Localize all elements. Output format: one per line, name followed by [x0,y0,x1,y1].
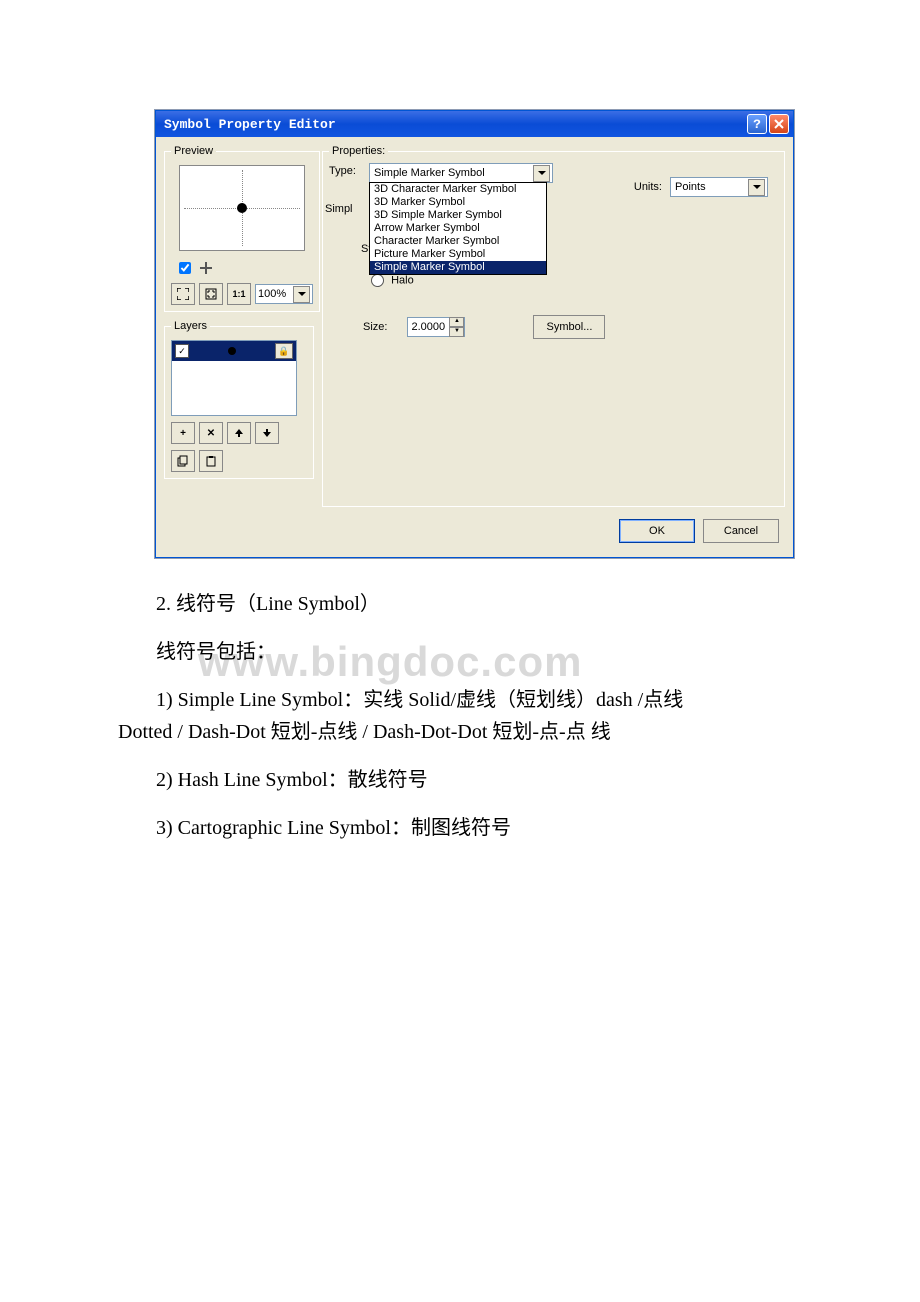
doc-line-2: 2) Hash Line Symbol：散线符号 [118,764,818,796]
zoom-fullscreen-button[interactable] [199,283,223,305]
type-value: Simple Marker Symbol [374,167,485,179]
layer-symbol-preview [228,347,236,355]
preview-canvas [179,165,305,251]
halo-label: Halo [391,274,414,286]
delete-layer-button[interactable]: ✕ [199,422,223,444]
arrow-down-icon [262,428,272,438]
units-dropdown[interactable]: Points [670,177,768,197]
arrow-up-icon [234,428,244,438]
copy-icon [177,455,189,467]
symbol-property-editor-dialog: Symbol Property Editor ? Preview [155,110,794,558]
doc-line-1b: Dotted / Dash-Dot 短划-点线 / Dash-Dot-Dot 短… [118,716,818,748]
chevron-down-icon [533,165,550,182]
layer-lock-icon[interactable]: 🔒 [275,343,293,359]
add-layer-button[interactable]: + [171,422,195,444]
size-increment-button[interactable]: ▲ [449,317,464,327]
zoom-extents-icon [177,288,189,300]
properties-group: Properties: Units: Points Type: Simple M… [322,145,785,507]
units-value: Points [675,181,706,193]
document-text: www.bingdoc.com 2. 线符号（Line Symbol） 线符号包… [118,588,818,844]
doc-heading-2: 2. 线符号（Line Symbol） [118,588,818,620]
type-label: Type: [329,163,369,177]
size-decrement-button[interactable]: ▼ [449,327,464,337]
ok-button[interactable]: OK [619,519,695,543]
layer-row[interactable]: ✓ 🔒 [172,341,296,361]
paste-layer-button[interactable] [199,450,223,472]
window-title: Symbol Property Editor [164,117,745,132]
close-button[interactable] [769,114,789,134]
marker-dot [237,203,247,213]
doc-line-intro: 线符号包括： [118,636,818,668]
preview-checkbox[interactable] [179,262,191,274]
preview-legend: Preview [171,145,216,157]
preview-group: Preview [164,145,320,312]
move-layer-down-button[interactable] [255,422,279,444]
cancel-button[interactable]: Cancel [703,519,779,543]
fullscreen-icon [205,288,217,300]
doc-line-3: 3) Cartographic Line Symbol：制图线符号 [118,812,818,844]
doc-line-1a: 1) Simple Line Symbol：实线 Solid/虚线（短划线）da… [118,684,818,716]
crosshair-icon [200,262,212,274]
layers-list[interactable]: ✓ 🔒 [171,340,297,416]
x-icon: ✕ [207,428,215,439]
layer-visibility-checkbox[interactable]: ✓ [175,344,189,358]
type-option[interactable]: 3D Simple Marker Symbol [370,209,546,222]
halo-radio[interactable] [371,274,384,287]
type-dropdown-list[interactable]: 3D Character Marker Symbol 3D Marker Sym… [369,182,547,275]
size-spinner[interactable]: 2.0000 ▲ ▼ [407,317,465,337]
symbol-button[interactable]: Symbol... [533,315,605,339]
titlebar[interactable]: Symbol Property Editor ? [156,111,793,137]
type-dropdown[interactable]: Simple Marker Symbol [369,163,553,183]
properties-legend: Properties: [329,145,388,157]
size-label: Size: [363,321,387,333]
plus-icon: + [180,428,186,439]
type-option[interactable]: 3D Character Marker Symbol [370,183,546,196]
close-icon [774,119,784,129]
zoom-value: 100% [258,288,286,300]
zoom-dropdown[interactable]: 100% [255,284,313,304]
units-label: Units: [634,181,662,193]
paste-icon [205,455,217,467]
type-option[interactable]: Arrow Marker Symbol [370,222,546,235]
type-option[interactable]: Character Marker Symbol [370,235,546,248]
layers-legend: Layers [171,320,210,332]
layers-group: Layers ✓ 🔒 + ✕ [164,320,314,479]
copy-layer-button[interactable] [171,450,195,472]
type-option-selected[interactable]: Simple Marker Symbol [370,261,546,274]
tab-simple-truncated: Simpl [325,203,353,215]
help-button[interactable]: ? [747,114,767,134]
chevron-down-icon [293,286,310,303]
move-layer-up-button[interactable] [227,422,251,444]
zoom-actual-button[interactable]: 1:1 [227,283,251,305]
one-to-one-icon: 1:1 [232,289,245,299]
chevron-down-icon [748,179,765,196]
size-value: 2.0000 [408,321,449,333]
type-option[interactable]: Picture Marker Symbol [370,248,546,261]
zoom-extents-button[interactable] [171,283,195,305]
type-option[interactable]: 3D Marker Symbol [370,196,546,209]
